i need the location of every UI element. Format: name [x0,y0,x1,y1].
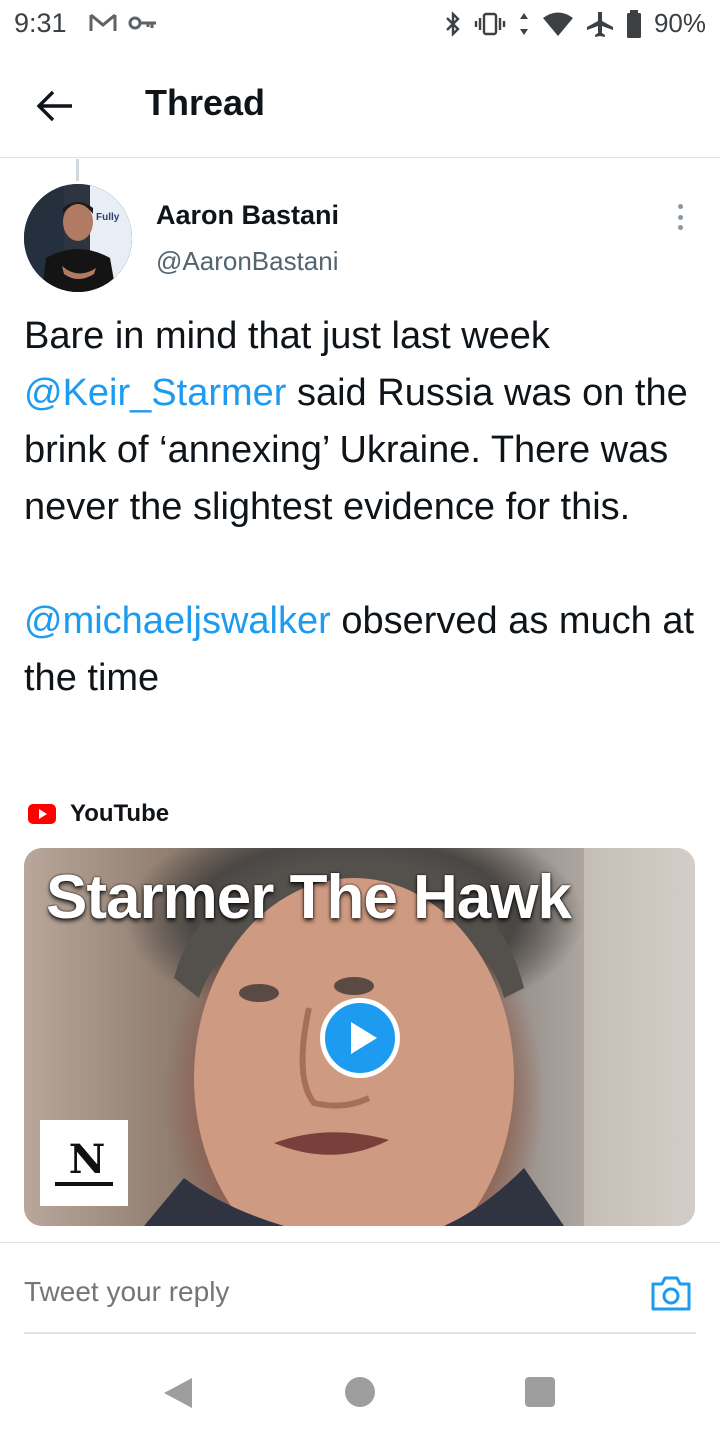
channel-logo-text: N [68,1136,105,1183]
back-button[interactable] [30,84,80,128]
battery-percentage: 90% [653,8,706,38]
video-card[interactable]: Starmer The Hawk N [24,848,695,1226]
wifi-icon [542,12,573,36]
more-options-button[interactable] [666,200,694,234]
reply-input[interactable] [24,1276,584,1308]
status-time: 9:31 [14,8,67,38]
video-title-overlay: Starmer The Hawk [46,863,572,932]
svg-text:Fully: Fully [96,212,120,223]
tweet-text-part: Bare in mind that just last week [24,315,550,357]
mention-link[interactable]: @Keir_Starmer [24,372,286,414]
nav-home-icon[interactable] [345,1377,375,1407]
card-source: YouTube [28,800,169,828]
camera-icon [651,1276,691,1311]
battery-icon [626,9,641,38]
author-handle[interactable]: @AaronBastani [156,246,339,277]
channel-logo: N [40,1120,128,1206]
bluetooth-icon [446,10,460,37]
thread-connector-line [76,159,79,181]
key-icon [128,16,156,30]
avatar-image: Fully [24,184,132,292]
camera-button[interactable] [650,1274,692,1312]
avatar[interactable]: Fully [24,184,132,292]
youtube-icon [28,804,56,824]
vibrate-icon [474,12,506,35]
more-dots-icon [677,204,683,209]
data-arrows-icon [519,12,528,35]
mention-link[interactable]: @michaeljswalker [24,600,331,642]
card-source-label: YouTube [70,800,170,827]
thread-header: Thread [0,52,720,158]
status-bar: 9:31 90% [0,0,720,52]
tweet-text: Bare in mind that just last week @Keir_S… [24,308,704,707]
arrow-left-icon [36,90,72,122]
play-button[interactable] [320,998,400,1078]
page-title: Thread [145,82,266,123]
nav-back-icon[interactable] [162,1376,194,1410]
gmail-icon [89,13,117,31]
airplane-icon [586,11,613,37]
nav-recents-icon[interactable] [525,1377,555,1407]
system-nav-bar [0,1360,720,1440]
author-name[interactable]: Aaron Bastani [156,200,339,231]
